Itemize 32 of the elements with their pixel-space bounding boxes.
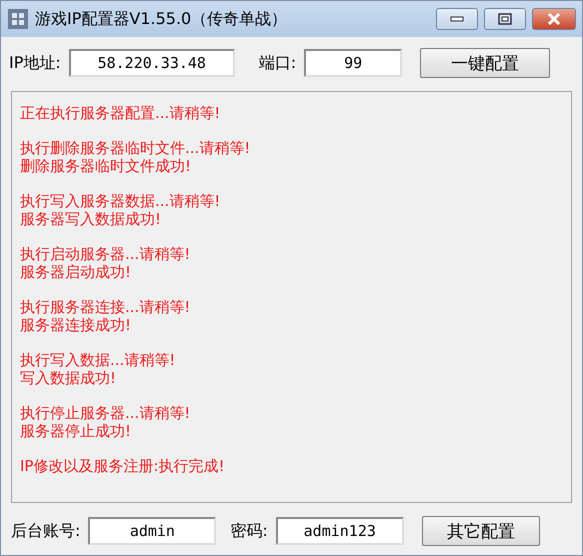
maximize-button[interactable]: [484, 8, 526, 30]
app-icon: [7, 8, 29, 30]
log-line: 服务器连接成功!: [20, 316, 132, 334]
log-line: 执行写入数据...请稍等!: [20, 351, 176, 369]
port-field[interactable]: 99: [304, 49, 402, 77]
maximize-icon: [498, 13, 512, 25]
log-line: 服务器写入数据成功!: [20, 210, 162, 228]
log-line: 写入数据成功!: [20, 369, 118, 387]
account-field[interactable]: admin: [88, 517, 216, 545]
log-line: 执行启动服务器...请稍等!: [20, 245, 192, 263]
account-label: 后台账号:: [11, 520, 80, 542]
password-label: 密码:: [230, 520, 268, 542]
password-field[interactable]: admin123: [276, 517, 404, 545]
log-line: 正在执行服务器配置...请稍等!: [20, 104, 222, 122]
config-button[interactable]: 一键配置: [420, 48, 550, 78]
log-line: 执行停止服务器...请稍等!: [20, 404, 192, 422]
close-button[interactable]: [532, 8, 576, 30]
log-line: 执行写入服务器数据...请稍等!: [20, 192, 222, 210]
other-config-button[interactable]: 其它配置: [422, 516, 540, 546]
log-line: 执行服务器连接...请稍等!: [20, 298, 192, 316]
log-line: 服务器启动成功!: [20, 263, 132, 281]
minimize-icon: [450, 16, 464, 22]
window-title: 游戏IP配置器V1.55.0（传奇单战）: [35, 8, 288, 30]
log-line: 服务器停止成功!: [20, 422, 132, 440]
ip-field[interactable]: 58.220.33.48: [68, 49, 235, 77]
log-line: 执行删除服务器临时文件...请稍等!: [20, 139, 252, 157]
log-line: IP修改以及服务注册:执行完成!: [20, 457, 226, 475]
ip-label: IP地址:: [9, 52, 61, 74]
minimize-button[interactable]: [436, 8, 478, 30]
close-icon: [547, 13, 561, 25]
port-label: 端口:: [258, 52, 296, 74]
log-line: 删除服务器临时文件成功!: [20, 157, 192, 175]
